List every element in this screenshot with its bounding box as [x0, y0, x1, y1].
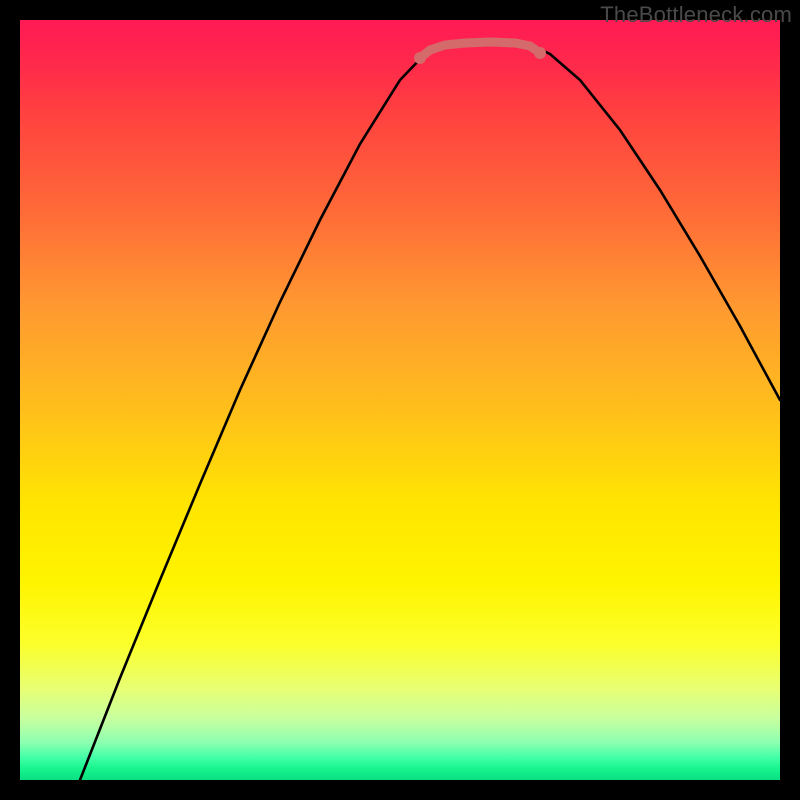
highlight-segment	[420, 42, 540, 58]
highlight-dot-right	[534, 47, 546, 59]
plot-area	[20, 20, 780, 780]
highlight-dot-left	[414, 52, 426, 64]
chart-svg	[20, 20, 780, 780]
black-frame: TheBottleneck.com	[0, 0, 800, 800]
watermark-text: TheBottleneck.com	[600, 2, 792, 28]
bottleneck-curve	[80, 42, 780, 780]
